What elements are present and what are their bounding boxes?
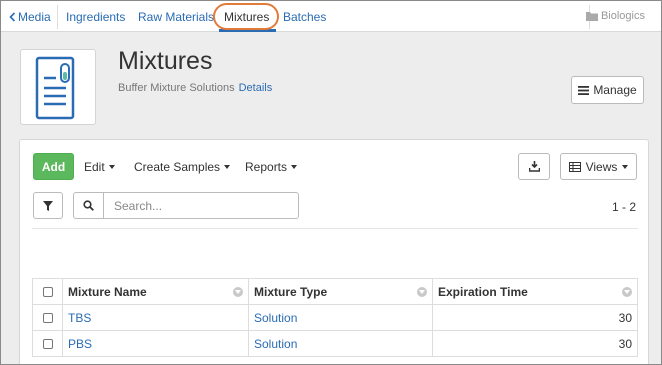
- expiration-time-cell: 30: [432, 304, 638, 331]
- mixture-type-cell: Solution: [248, 330, 433, 357]
- folder-icon: [585, 12, 598, 21]
- top-navigation: Media Ingredients Raw Materials Mixtures…: [1, 1, 661, 32]
- mixture-type-cell: Solution: [248, 304, 433, 331]
- tab-raw-materials[interactable]: Raw Materials: [138, 10, 214, 24]
- caret-down-icon: [224, 165, 231, 169]
- row-select-cell: [32, 330, 63, 357]
- project-label[interactable]: Biologics: [585, 10, 645, 22]
- manage-button[interactable]: Manage: [571, 76, 644, 104]
- subtitle-text: Buffer Mixture Solutions: [118, 82, 235, 94]
- hamburger-icon: [578, 85, 590, 95]
- row-checkbox[interactable]: [42, 339, 53, 350]
- column-header-label: Mixture Type: [254, 284, 328, 299]
- app-frame: Media Ingredients Raw Materials Mixtures…: [0, 0, 662, 365]
- tab-batches[interactable]: Batches: [283, 10, 326, 24]
- reports-label: Reports: [245, 160, 288, 174]
- row-checkbox[interactable]: [42, 313, 53, 324]
- edit-menu-label: Edit: [84, 160, 105, 174]
- column-header-mixture-type[interactable]: Mixture Type: [248, 278, 433, 305]
- column-menu-icon[interactable]: [417, 287, 427, 297]
- nav-divider: [57, 5, 58, 29]
- table-icon: [568, 161, 581, 172]
- page-header: Mixtures Buffer Mixture Solutions Details…: [1, 33, 661, 133]
- mixture-name-cell: TBS: [62, 304, 249, 331]
- mixture-name-link[interactable]: TBS: [68, 311, 91, 325]
- add-button[interactable]: Add: [33, 153, 74, 180]
- page-subtitle: Buffer Mixture Solutions Details: [118, 82, 272, 94]
- pagination-range: 1 - 2: [611, 200, 636, 214]
- manage-button-label: Manage: [593, 83, 637, 97]
- export-button[interactable]: [518, 153, 550, 180]
- reports-menu-button[interactable]: Reports: [245, 160, 298, 174]
- table-row: TBS Solution 30: [32, 304, 638, 331]
- table-row: PBS Solution 30: [32, 330, 638, 357]
- table-header-row: Mixture Name Mixture Type Expiration Tim…: [32, 278, 638, 305]
- column-menu-icon[interactable]: [233, 287, 243, 297]
- expiration-time-cell: 30: [432, 330, 638, 357]
- column-header-label: Mixture Name: [68, 284, 147, 299]
- create-samples-menu-button[interactable]: Create Samples: [134, 160, 231, 174]
- mixture-name-link[interactable]: PBS: [68, 337, 92, 351]
- grid-panel: Add Edit Create Samples Reports Views Se…: [19, 139, 649, 364]
- search-group: [73, 192, 299, 219]
- column-menu-icon[interactable]: [622, 287, 632, 297]
- page-title: Mixtures: [118, 47, 213, 75]
- highlight-annotation: [213, 3, 279, 30]
- back-link[interactable]: Media: [9, 10, 51, 24]
- edit-menu-button[interactable]: Edit: [84, 160, 115, 174]
- mixture-type-link[interactable]: Solution: [254, 337, 297, 351]
- column-header-label: Expiration Time: [438, 284, 528, 299]
- select-all-checkbox[interactable]: [42, 287, 53, 298]
- project-label-text: Biologics: [600, 10, 645, 22]
- tab-ingredients[interactable]: Ingredients: [66, 10, 125, 24]
- row-select-cell: [32, 304, 63, 331]
- caret-down-icon: [291, 165, 298, 169]
- mixtures-table: Mixture Name Mixture Type Expiration Tim…: [32, 278, 638, 357]
- toolbar-divider: [32, 228, 638, 229]
- views-menu-button[interactable]: Views: [560, 153, 637, 180]
- back-link-label: Media: [18, 10, 51, 24]
- document-flask-icon: [20, 49, 96, 125]
- chevron-left-icon: [9, 12, 16, 22]
- filter-icon: [43, 200, 53, 211]
- select-all-cell: [32, 278, 63, 305]
- details-link[interactable]: Details: [239, 82, 273, 94]
- mixture-type-link[interactable]: Solution: [254, 311, 297, 325]
- caret-down-icon: [622, 164, 629, 169]
- search-icon[interactable]: [74, 193, 104, 218]
- create-samples-label: Create Samples: [134, 160, 221, 174]
- search-input[interactable]: [104, 193, 298, 218]
- column-header-mixture-name[interactable]: Mixture Name: [62, 278, 249, 305]
- download-icon: [528, 161, 540, 172]
- views-label: Views: [585, 159, 618, 174]
- mixture-name-cell: PBS: [62, 330, 249, 357]
- caret-down-icon: [108, 165, 115, 169]
- column-header-expiration-time[interactable]: Expiration Time: [432, 278, 638, 305]
- filter-button[interactable]: [33, 192, 63, 219]
